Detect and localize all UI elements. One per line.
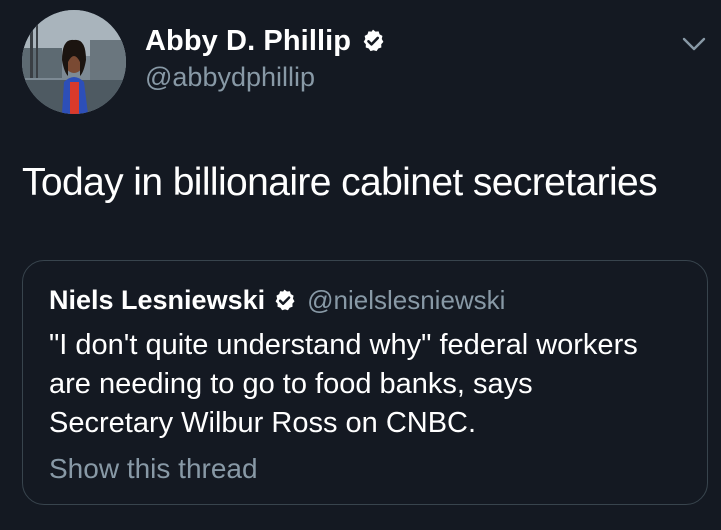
quoted-verified-badge-icon [272, 288, 297, 313]
quoted-text-line: "I don't quite understand why" federal w… [49, 329, 638, 361]
quoted-text-line: Secretary Wilbur Ross on CNBC. [49, 407, 477, 439]
quoted-tweet-header: Niels Lesniewski @nielslesniewski [49, 283, 681, 317]
author-name-row: Abby D. Phillip [145, 22, 386, 60]
author-handle[interactable]: @abbydphillip [145, 62, 386, 93]
quoted-text-line: are needing to go to food banks, says [49, 368, 533, 400]
verified-badge-icon [360, 28, 386, 54]
author-display-name[interactable]: Abby D. Phillip [145, 25, 351, 58]
author-avatar[interactable] [22, 10, 126, 114]
tweet-text: Today in billionaire cabinet secretaries [22, 161, 658, 204]
avatar-photo-icon [22, 10, 126, 114]
show-thread-link[interactable]: Show this thread [49, 453, 681, 485]
quoted-author-handle: @nielslesniewski [307, 284, 506, 315]
quoted-author-display-name: Niels Lesniewski [49, 284, 266, 315]
author-info: Abby D. Phillip @abbydphillip [145, 22, 386, 93]
tweet-menu-chevron-down-icon[interactable] [681, 34, 707, 54]
tweet-card: Abby D. Phillip @abbydphillip Today in b… [0, 0, 721, 530]
quoted-tweet[interactable]: Niels Lesniewski @nielslesniewski "I don… [22, 260, 708, 505]
quoted-tweet-text: "I don't quite understand why" federal w… [49, 326, 699, 443]
